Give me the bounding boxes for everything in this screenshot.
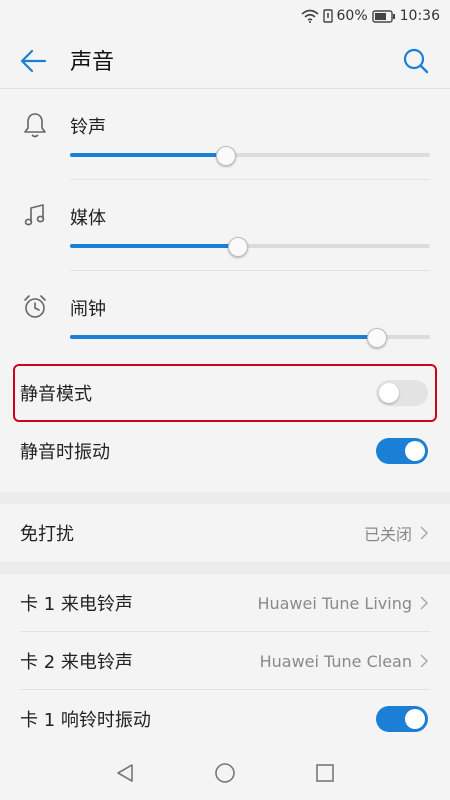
switch-knob (405, 709, 425, 729)
volume-ringtone-label: 铃声 (70, 117, 106, 138)
chevron-right-icon (420, 654, 429, 668)
system-nav-bar (0, 746, 450, 800)
status-bar: 60% 10:36 (0, 0, 450, 32)
vibrate-silent-row[interactable]: 静音时振动 (0, 422, 450, 480)
nav-back-icon[interactable] (114, 762, 136, 784)
dnd-value: 已关闭 (363, 525, 412, 544)
dnd-row[interactable]: 免打扰 已关闭 (0, 504, 450, 562)
ringtone-volume-slider[interactable] (70, 146, 430, 166)
media-volume-slider[interactable] (70, 237, 430, 257)
bell-icon (24, 113, 46, 138)
volume-media: 媒体 (0, 180, 450, 271)
status-time: 10:36 (399, 8, 440, 24)
sim1-vibrate-row[interactable]: 卡 1 响铃时振动 (0, 690, 450, 748)
volume-alarm: 闹钟 (0, 271, 450, 362)
switch-knob (405, 441, 425, 461)
sim1-ringtone-row[interactable]: 卡 1 来电铃声 Huawei Tune Living (0, 574, 450, 632)
vibrate-silent-switch[interactable] (376, 438, 428, 464)
silent-mode-row[interactable]: 静音模式 (0, 364, 450, 422)
wifi-icon (300, 9, 319, 23)
slider-fill (70, 153, 225, 157)
sim2-ringtone-value: Huawei Tune Clean (259, 651, 412, 671)
section-gap (0, 492, 450, 504)
back-arrow-icon[interactable] (18, 46, 48, 76)
page-title: 声音 (70, 50, 115, 75)
alarm-clock-icon (24, 295, 46, 318)
sim2-ringtone-row[interactable]: 卡 2 来电铃声 Huawei Tune Clean (0, 632, 450, 690)
slider-thumb[interactable] (367, 328, 387, 348)
sim1-ringtone-value: Huawei Tune Living (257, 593, 412, 613)
nav-recents-icon[interactable] (314, 762, 336, 784)
sim1-vibrate-label: 卡 1 响铃时振动 (20, 710, 151, 731)
search-icon[interactable] (402, 47, 430, 75)
sim-icon (322, 9, 333, 23)
vibrate-silent-label: 静音时振动 (20, 442, 110, 463)
alarm-volume-slider[interactable] (70, 328, 430, 348)
volume-media-label: 媒体 (70, 208, 106, 229)
section-gap (0, 562, 450, 574)
nav-home-icon[interactable] (214, 762, 236, 784)
music-note-icon (24, 204, 45, 226)
sim1-vibrate-switch[interactable] (376, 706, 428, 732)
slider-fill (70, 335, 376, 339)
battery-percent: 60% (336, 8, 368, 24)
silent-mode-label: 静音模式 (20, 384, 92, 405)
slider-fill (70, 244, 238, 248)
silent-mode-switch[interactable] (376, 380, 428, 406)
battery-icon (371, 9, 395, 23)
volume-alarm-label: 闹钟 (70, 299, 106, 320)
dnd-label: 免打扰 (20, 524, 74, 545)
app-bar: 声音 (0, 32, 450, 88)
chevron-right-icon (420, 526, 429, 540)
switch-knob (379, 383, 399, 403)
chevron-right-icon (420, 596, 429, 610)
slider-thumb[interactable] (215, 146, 236, 166)
slider-thumb[interactable] (228, 237, 249, 257)
volume-ringtone: 铃声 (0, 89, 450, 180)
sim1-ringtone-label: 卡 1 来电铃声 (20, 594, 133, 615)
sim2-ringtone-label: 卡 2 来电铃声 (20, 652, 133, 673)
